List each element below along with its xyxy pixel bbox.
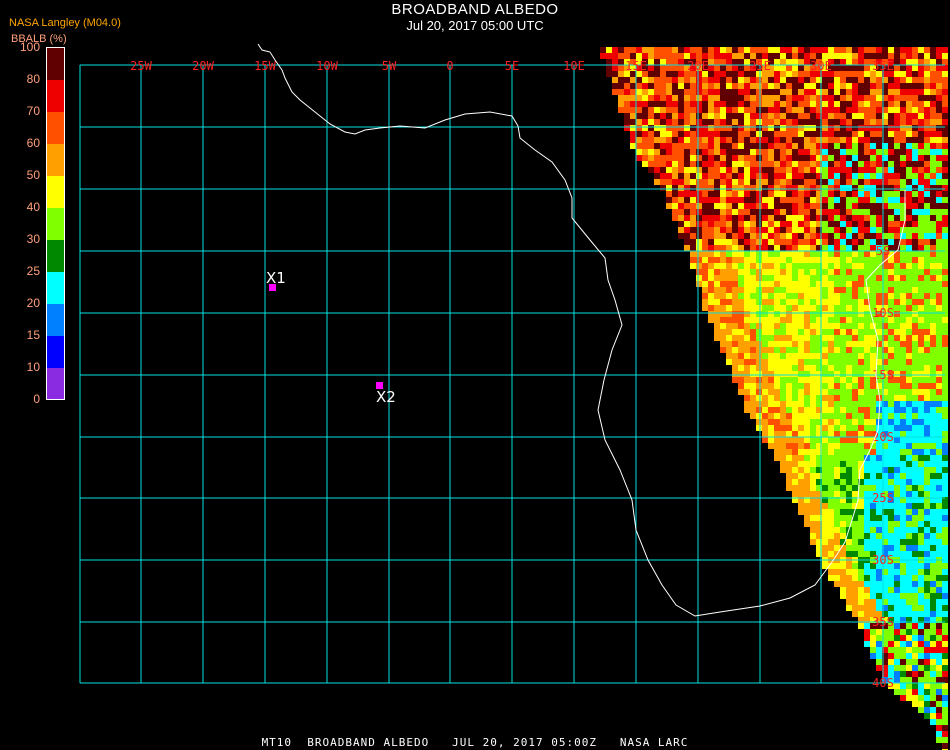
- latitude-label: 5S: [876, 244, 890, 258]
- longitude-label: 5W: [382, 59, 397, 73]
- legend-swatch: [47, 272, 64, 304]
- marker-label: X1: [266, 269, 286, 287]
- marker-label: X2: [376, 388, 396, 406]
- color-legend: [46, 47, 65, 400]
- legend-swatch: [47, 176, 64, 208]
- footer-caption: MT10 BROADBAND ALBEDO JUL 20, 2017 05:00…: [261, 736, 689, 749]
- latitude-label: 30S: [872, 553, 894, 567]
- legend-swatch: [47, 368, 64, 400]
- latitude-label: 35S: [872, 615, 894, 629]
- longitude-label: 35E: [872, 59, 894, 73]
- longitude-label: 10W: [316, 59, 338, 73]
- legend-swatch: [47, 304, 64, 336]
- latitude-label: 40S: [872, 676, 894, 690]
- legend-swatch: [47, 112, 64, 144]
- legend-swatch: [47, 208, 64, 240]
- longitude-label: 15W: [254, 59, 276, 73]
- latitude-label: 25S: [872, 491, 894, 505]
- longitude-label: 5E: [505, 59, 519, 73]
- legend-swatch: [47, 144, 64, 176]
- legend-swatch: [47, 80, 64, 112]
- longitude-label: 25E: [749, 59, 771, 73]
- satellite-image-viewer: BROADBAND ALBEDO Jul 20, 2017 05:00 UTC …: [0, 0, 950, 750]
- longitude-label: 15E: [625, 59, 647, 73]
- albedo-map: 25W 20W 15W 10W 5W 0 5E 10E 15E 20E 25E 30E 35E 5S 10S…: [46, 43, 948, 750]
- longitude-label: 20E: [687, 59, 709, 73]
- legend-swatch: [47, 48, 64, 80]
- legend-swatch: [47, 336, 64, 368]
- longitude-label: 25W: [130, 59, 152, 73]
- longitude-label: 0: [446, 59, 453, 73]
- longitude-label: 20W: [192, 59, 214, 73]
- legend-swatch: [47, 240, 64, 272]
- latitude-label: 10S: [872, 306, 894, 320]
- albedo-field: [600, 47, 948, 750]
- longitude-label: 30E: [810, 59, 832, 73]
- longitude-label: 10E: [563, 59, 585, 73]
- latitude-label: 15S: [872, 368, 894, 382]
